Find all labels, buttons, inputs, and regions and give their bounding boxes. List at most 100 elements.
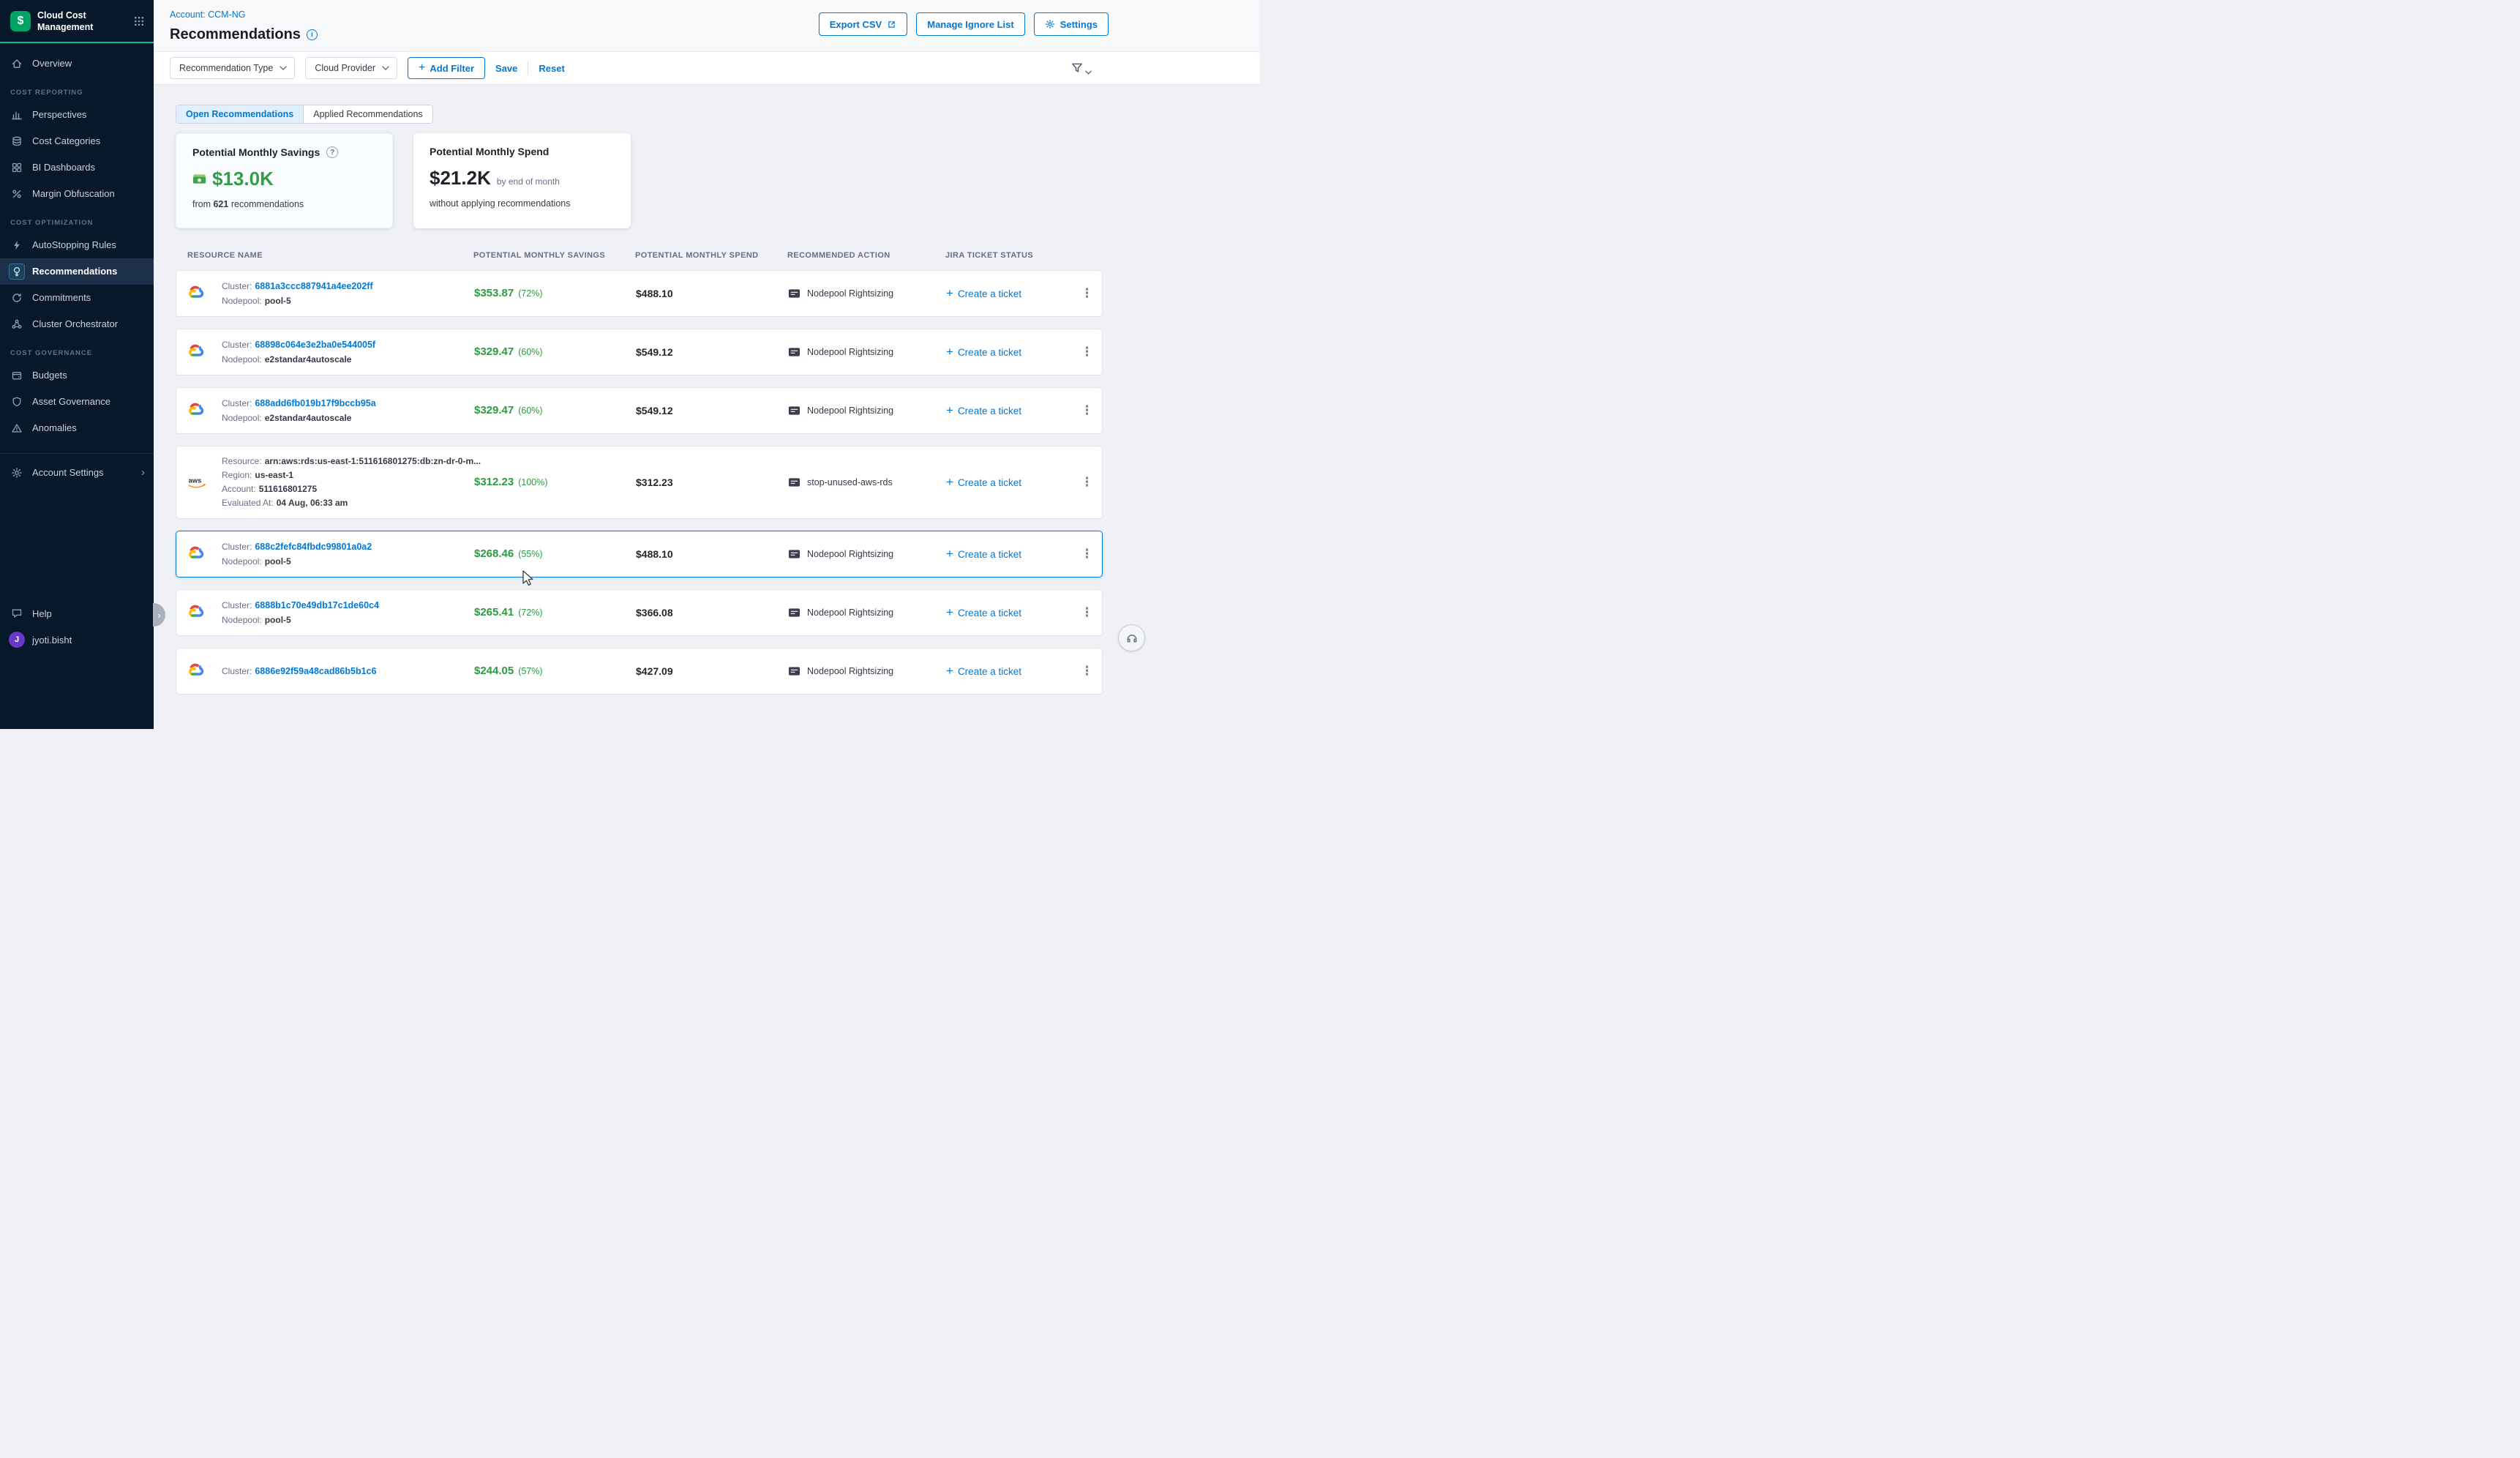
sidebar-item-commitments[interactable]: Commitments [0, 285, 154, 311]
table-row-selected[interactable]: Cluster:688c2fefc84fbdc99801a0a2 Nodepoo… [176, 531, 1103, 577]
tab-open-recommendations[interactable]: Open Recommendations [176, 105, 303, 123]
sidebar-item-help[interactable]: Help [0, 600, 154, 627]
sidebar-item-asset-governance[interactable]: Asset Governance [0, 389, 154, 415]
chevron-down-icon [1085, 70, 1092, 75]
settings-button[interactable]: Settings [1034, 12, 1109, 36]
resource-cell: Cluster:68898c064e3e2ba0e544005f Nodepoo… [222, 337, 474, 367]
sidebar-item-perspectives[interactable]: Perspectives [0, 102, 154, 128]
help-question-icon[interactable]: ? [326, 146, 338, 158]
save-filter-button[interactable]: Save [495, 63, 517, 74]
gcp-icon [188, 545, 222, 564]
app-switcher-icon[interactable] [133, 15, 145, 27]
section-cost-governance: COST GOVERNANCE [0, 337, 154, 362]
row-menu-button[interactable]: ⋮ [1072, 547, 1102, 561]
row-menu-button[interactable]: ⋮ [1072, 286, 1102, 301]
recommendation-type-dropdown[interactable]: Recommendation Type [170, 57, 295, 79]
savings-cell: $353.87(72%) [474, 287, 636, 300]
breadcrumb[interactable]: Account: CCM-NG [170, 10, 246, 20]
rightsizing-icon [788, 347, 800, 357]
sidebar-item-bi-dashboards[interactable]: BI Dashboards [0, 154, 154, 181]
add-filter-button[interactable]: + Add Filter [408, 57, 485, 79]
table-row[interactable]: Cluster:688add6fb019b17f9bccb95a Nodepoo… [176, 387, 1103, 434]
spend-cell: $549.12 [636, 346, 788, 358]
home-icon [9, 56, 25, 72]
sidebar-item-label: Commitments [32, 292, 91, 303]
table-row[interactable]: Cluster:68898c064e3e2ba0e544005f Nodepoo… [176, 329, 1103, 375]
row-menu-button[interactable]: ⋮ [1072, 345, 1102, 359]
section-cost-reporting: COST REPORTING [0, 77, 154, 102]
spend-note: by end of month [497, 176, 560, 187]
avatar: J [9, 632, 25, 648]
create-ticket-button[interactable]: +Create a ticket [946, 605, 1072, 620]
table-row[interactable]: aws Resource:arn:aws:rds:us-east-1:51161… [176, 446, 1103, 519]
savings-cell: $329.47(60%) [474, 404, 636, 417]
resource-cell: Cluster:688c2fefc84fbdc99801a0a2 Nodepoo… [222, 539, 474, 569]
column-resource-name: RESOURCE NAME [187, 251, 473, 260]
user-menu[interactable]: J jyoti.bisht [0, 627, 154, 653]
sidebar-item-anomalies[interactable]: Anomalies [0, 415, 154, 441]
sidebar-item-cluster-orchestrator[interactable]: Cluster Orchestrator [0, 311, 154, 337]
create-ticket-button[interactable]: +Create a ticket [946, 345, 1072, 359]
action-cell: Nodepool Rightsizing [788, 347, 946, 357]
sidebar-item-label: Perspectives [32, 109, 86, 120]
sidebar-item-overview[interactable]: Overview [0, 51, 154, 77]
sidebar-item-budgets[interactable]: Budgets [0, 362, 154, 389]
spend-cell: $366.08 [636, 607, 788, 618]
create-ticket-button[interactable]: +Create a ticket [946, 475, 1072, 490]
filter-panel-button[interactable] [1070, 61, 1092, 75]
lightning-icon [9, 237, 25, 253]
header-actions: Export CSV Manage Ignore List Settings [819, 12, 1109, 36]
reset-filter-button[interactable]: Reset [539, 63, 564, 74]
sidebar-item-label: Anomalies [32, 422, 77, 433]
cluster-link[interactable]: 6886e92f59a48cad86b5b1c6 [255, 666, 376, 676]
create-ticket-button[interactable]: +Create a ticket [946, 403, 1072, 418]
sidebar-item-recommendations[interactable]: Recommendations [0, 258, 154, 285]
sidebar-item-margin-obfuscation[interactable]: Margin Obfuscation [0, 181, 154, 207]
table-row[interactable]: Cluster:6886e92f59a48cad86b5b1c6 $244.05… [176, 648, 1103, 695]
cluster-link[interactable]: 688c2fefc84fbdc99801a0a2 [255, 542, 372, 552]
sidebar-item-label: Cost Categories [32, 135, 100, 146]
sidebar-item-autostopping-rules[interactable]: AutoStopping Rules [0, 232, 154, 258]
row-menu-button[interactable]: ⋮ [1072, 605, 1102, 620]
row-menu-button[interactable]: ⋮ [1072, 664, 1102, 678]
table-row[interactable]: Cluster:6888b1c70e49db17c1de60c4 Nodepoo… [176, 589, 1103, 636]
cluster-link[interactable]: 688add6fb019b17f9bccb95a [255, 398, 375, 408]
manage-ignore-list-button[interactable]: Manage Ignore List [916, 12, 1024, 36]
filter-bar: Recommendation Type Cloud Provider + Add… [154, 51, 1260, 85]
user-name: jyoti.bisht [32, 635, 72, 646]
spend-cell: $312.23 [636, 476, 788, 488]
create-ticket-button[interactable]: +Create a ticket [946, 547, 1072, 561]
cloud-provider-dropdown[interactable]: Cloud Provider [305, 57, 397, 79]
create-ticket-button[interactable]: +Create a ticket [946, 286, 1072, 301]
lightbulb-icon [9, 263, 25, 280]
chevron-down-icon [280, 66, 287, 70]
app-title: Cloud Cost Management [37, 10, 127, 34]
export-csv-button[interactable]: Export CSV [819, 12, 908, 36]
cluster-link[interactable]: 68898c064e3e2ba0e544005f [255, 340, 375, 350]
table-row[interactable]: Cluster:6881a3ccc887941a4ee202ff Nodepoo… [176, 270, 1103, 317]
savings-cell: $312.23(100%) [474, 476, 636, 489]
action-cell: Nodepool Rightsizing [788, 549, 946, 559]
savings-value: $13.0K [212, 168, 274, 190]
column-jira-status: JIRA TICKET STATUS [945, 251, 1071, 260]
sidebar-item-account-settings[interactable]: Account Settings › [0, 460, 154, 486]
column-potential-savings: POTENTIAL MONTHLY SAVINGS [473, 251, 635, 260]
savings-subtext: from 621 recommendations [192, 199, 376, 209]
sidebar-item-cost-categories[interactable]: Cost Categories [0, 128, 154, 154]
content-area: Open Recommendations Applied Recommendat… [154, 85, 1260, 729]
money-stack-icon [192, 173, 206, 184]
create-ticket-button[interactable]: +Create a ticket [946, 664, 1072, 678]
cluster-link[interactable]: 6881a3ccc887941a4ee202ff [255, 281, 372, 291]
savings-cell: $265.41(72%) [474, 606, 636, 619]
app-logo: $ Cloud Cost Management [0, 0, 154, 43]
spend-value: $21.2K [430, 167, 491, 190]
row-menu-button[interactable]: ⋮ [1072, 403, 1102, 418]
action-cell: Nodepool Rightsizing [788, 666, 946, 676]
cluster-link[interactable]: 6888b1c70e49db17c1de60c4 [255, 600, 379, 610]
chat-bubble-icon [9, 605, 25, 621]
info-icon[interactable]: i [307, 29, 318, 40]
tab-applied-recommendations[interactable]: Applied Recommendations [303, 105, 432, 123]
action-cell: Nodepool Rightsizing [788, 405, 946, 416]
support-chat-button[interactable] [1118, 624, 1145, 651]
row-menu-button[interactable]: ⋮ [1072, 475, 1102, 490]
